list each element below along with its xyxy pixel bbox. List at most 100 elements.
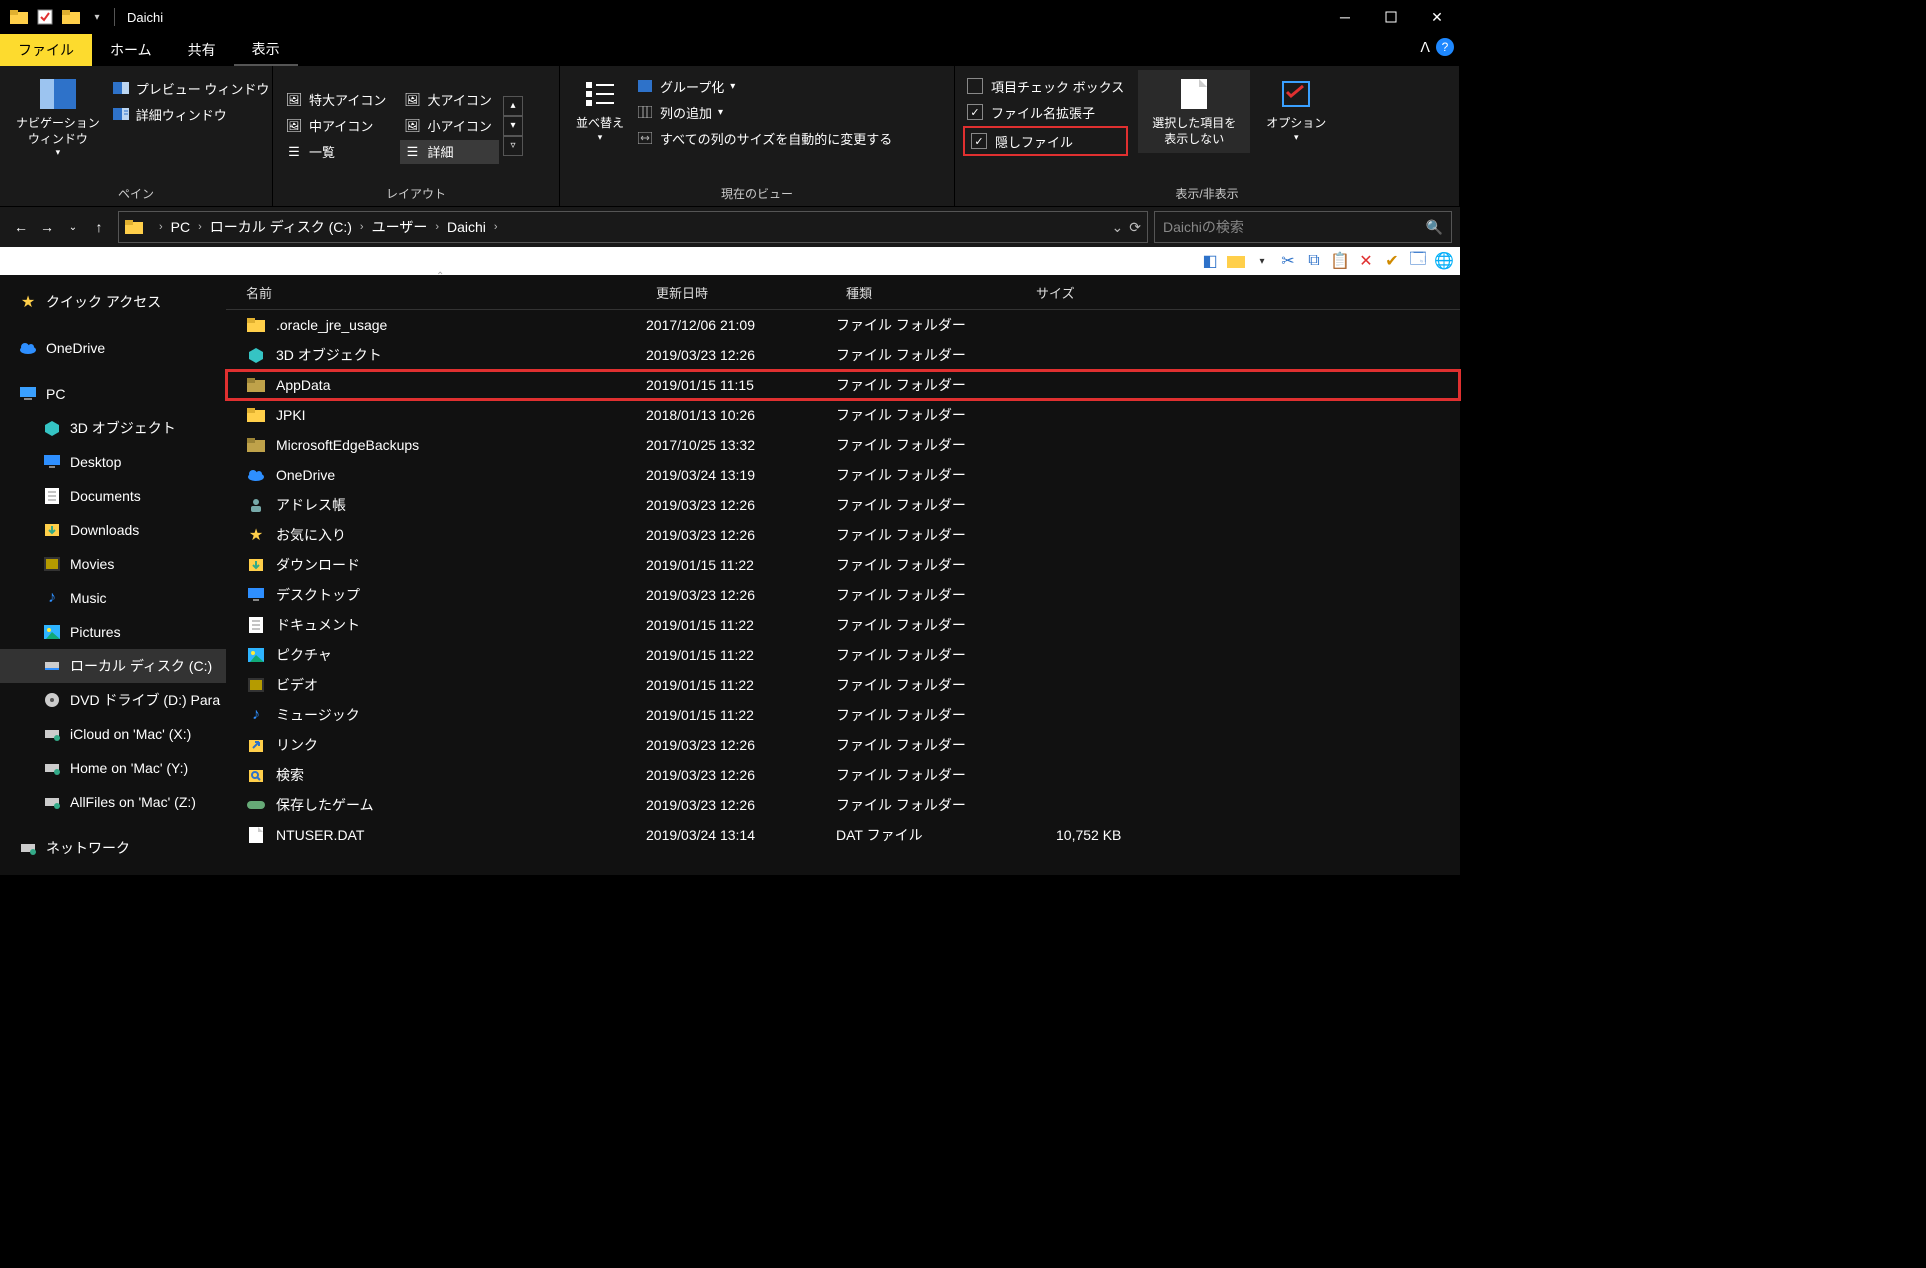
layout-expand[interactable]: ▿: [503, 136, 523, 156]
collapse-ribbon-icon[interactable]: ᐱ: [1420, 39, 1430, 56]
file-row[interactable]: 3D オブジェクト2019/03/23 12:26ファイル フォルダー: [226, 340, 1460, 370]
paste-icon[interactable]: 📋: [1330, 251, 1350, 271]
address-dropdown-icon[interactable]: ⌄: [1112, 219, 1124, 236]
file-row[interactable]: MicrosoftEdgeBackups2017/10/25 13:32ファイル…: [226, 430, 1460, 460]
hide-selected-button[interactable]: 選択した項目を 表示しない: [1138, 70, 1250, 153]
sidebar-item[interactable]: Home on 'Mac' (Y:): [0, 751, 226, 785]
breadcrumb-segment[interactable]: PC: [171, 219, 190, 235]
cut-icon[interactable]: ✂: [1278, 251, 1298, 271]
layout-scroll-up[interactable]: ▴: [503, 96, 523, 116]
copy-icon[interactable]: ⧉: [1304, 251, 1324, 271]
tab-view[interactable]: 表示: [234, 34, 298, 66]
file-row[interactable]: OneDrive2019/03/24 13:19ファイル フォルダー: [226, 460, 1460, 490]
file-row[interactable]: 保存したゲーム2019/03/23 12:26ファイル フォルダー: [226, 790, 1460, 820]
chevron-right-icon[interactable]: ›: [198, 221, 202, 233]
delete-icon[interactable]: ✕: [1356, 251, 1376, 271]
sidebar-item[interactable]: 3D オブジェクト: [0, 411, 226, 445]
layout-details[interactable]: ☰詳細: [400, 140, 500, 164]
qat-properties-icon[interactable]: [34, 6, 56, 28]
navigation-pane-button[interactable]: ナビゲーション ウィンドウ ▾: [8, 70, 108, 165]
sort-by-button[interactable]: 並べ替え▾: [568, 70, 632, 149]
folder-menu-icon[interactable]: ▾: [1252, 251, 1272, 271]
globe-icon[interactable]: 🌐: [1434, 251, 1454, 271]
tab-share[interactable]: 共有: [170, 34, 234, 66]
breadcrumb-segment[interactable]: Daichi: [447, 219, 486, 235]
sidebar-item[interactable]: OneDrive: [0, 331, 226, 365]
sidebar-item[interactable]: Downloads: [0, 513, 226, 547]
layout-scroll-down[interactable]: ▾: [503, 116, 523, 136]
sidebar-item[interactable]: Pictures: [0, 615, 226, 649]
file-row[interactable]: ピクチャ2019/01/15 11:22ファイル フォルダー: [226, 640, 1460, 670]
breadcrumb-segment[interactable]: ローカル ディスク (C:): [210, 217, 352, 237]
refresh-icon[interactable]: ⟳: [1129, 219, 1141, 236]
size-all-columns-button[interactable]: すべての列のサイズを自動的に変更する: [632, 126, 896, 150]
column-headers[interactable]: ⌃ 名前 更新日時 種類 サイズ: [226, 275, 1460, 310]
file-row[interactable]: ♪ミュージック2019/01/15 11:22ファイル フォルダー: [226, 700, 1460, 730]
rename-icon[interactable]: ✔: [1382, 251, 1402, 271]
details-pane-button[interactable]: 詳細ウィンドウ: [108, 102, 274, 126]
file-row[interactable]: ドキュメント2019/01/15 11:22ファイル フォルダー: [226, 610, 1460, 640]
sidebar-item[interactable]: AllFiles on 'Mac' (Z:): [0, 785, 226, 819]
preview-pane-button[interactable]: プレビュー ウィンドウ: [108, 76, 274, 100]
sidebar-item[interactable]: PC: [0, 377, 226, 411]
file-row[interactable]: アドレス帳2019/03/23 12:26ファイル フォルダー: [226, 490, 1460, 520]
up-button[interactable]: ↑: [86, 214, 112, 240]
col-date[interactable]: 更新日時: [656, 283, 846, 302]
options-button[interactable]: オプション▾: [1258, 70, 1334, 149]
file-row[interactable]: AppData2019/01/15 11:15ファイル フォルダー: [226, 370, 1460, 400]
hidden-files-toggle[interactable]: ✓隠しファイル: [967, 129, 1124, 153]
new-folder-icon[interactable]: [1226, 251, 1246, 271]
forward-button[interactable]: →: [34, 214, 60, 240]
layout-l[interactable]: 🖼大アイコン: [400, 88, 500, 112]
file-row[interactable]: リンク2019/03/23 12:26ファイル フォルダー: [226, 730, 1460, 760]
file-row[interactable]: .oracle_jre_usage2017/12/06 21:09ファイル フォ…: [226, 310, 1460, 340]
item-checkboxes-toggle[interactable]: 項目チェック ボックス: [963, 74, 1128, 98]
file-row[interactable]: 検索2019/03/23 12:26ファイル フォルダー: [226, 760, 1460, 790]
layout-toggle-icon[interactable]: ◧: [1200, 251, 1220, 271]
file-row[interactable]: ダウンロード2019/01/15 11:22ファイル フォルダー: [226, 550, 1460, 580]
col-size[interactable]: サイズ: [1036, 283, 1460, 302]
sidebar-item[interactable]: DVD ドライブ (D:) Para: [0, 683, 226, 717]
sidebar-item[interactable]: ネットワーク: [0, 831, 226, 865]
net-icon: [18, 839, 38, 857]
qat-dropdown-icon[interactable]: ▾: [86, 6, 108, 28]
recent-dropdown[interactable]: ⌄: [60, 214, 86, 240]
add-columns-button[interactable]: 列の追加▾: [632, 100, 896, 124]
back-button[interactable]: ←: [8, 214, 34, 240]
help-icon[interactable]: ?: [1436, 38, 1454, 56]
file-row[interactable]: デスクトップ2019/03/23 12:26ファイル フォルダー: [226, 580, 1460, 610]
tab-home[interactable]: ホーム: [92, 34, 170, 66]
col-type[interactable]: 種類: [846, 283, 1036, 302]
sidebar-item[interactable]: Desktop: [0, 445, 226, 479]
minimize-button[interactable]: ─: [1322, 2, 1368, 32]
file-row[interactable]: ★お気に入り2019/03/23 12:26ファイル フォルダー: [226, 520, 1460, 550]
chevron-right-icon[interactable]: ›: [360, 221, 364, 233]
sidebar-item[interactable]: iCloud on 'Mac' (X:): [0, 717, 226, 751]
group-by-button[interactable]: グループ化▾: [632, 74, 896, 98]
sidebar-item[interactable]: Documents: [0, 479, 226, 513]
file-row[interactable]: JPKI2018/01/13 10:26ファイル フォルダー: [226, 400, 1460, 430]
search-box[interactable]: Daichiの検索 🔍: [1154, 211, 1452, 243]
qat-folder-icon[interactable]: [60, 6, 82, 28]
address-bar[interactable]: › PC›ローカル ディスク (C:)›ユーザー›Daichi› ⌄⟳: [118, 211, 1148, 243]
file-row[interactable]: ビデオ2019/01/15 11:22ファイル フォルダー: [226, 670, 1460, 700]
layout-s[interactable]: 🖼小アイコン: [400, 114, 500, 138]
file-extensions-toggle[interactable]: ✓ファイル名拡張子: [963, 100, 1128, 124]
layout-xl[interactable]: 🖼特大アイコン: [281, 88, 394, 112]
breadcrumb-segment[interactable]: ユーザー: [372, 217, 428, 237]
chevron-right-icon[interactable]: ›: [494, 221, 498, 233]
sidebar-item[interactable]: ♪Music: [0, 581, 226, 615]
sidebar-item[interactable]: Movies: [0, 547, 226, 581]
properties-icon[interactable]: 🗔: [1408, 251, 1428, 271]
close-button[interactable]: ✕: [1414, 2, 1460, 32]
layout-list[interactable]: ☰一覧: [281, 140, 394, 164]
chevron-right-icon[interactable]: ›: [435, 221, 439, 233]
game-icon: [246, 796, 266, 814]
file-row[interactable]: NTUSER.DAT2019/03/24 13:14DAT ファイル10,752…: [226, 820, 1460, 850]
layout-m[interactable]: 🖼中アイコン: [281, 114, 394, 138]
tab-file[interactable]: ファイル: [0, 34, 92, 66]
col-name[interactable]: 名前: [246, 283, 656, 302]
maximize-button[interactable]: [1368, 2, 1414, 32]
sidebar-item[interactable]: ローカル ディスク (C:): [0, 649, 226, 683]
sidebar-item[interactable]: ★クイック アクセス: [0, 285, 226, 319]
